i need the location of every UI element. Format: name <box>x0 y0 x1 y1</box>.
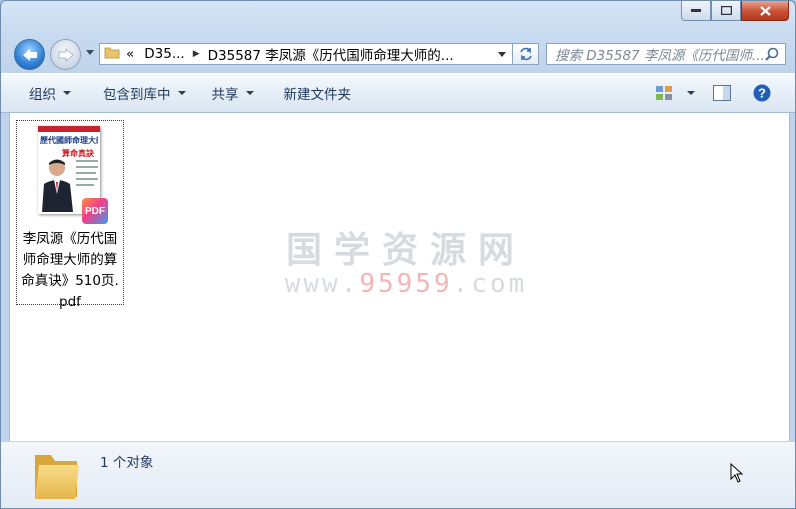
breadcrumb-separator-icon[interactable]: ▶ <box>193 49 200 59</box>
mouse-cursor-icon <box>730 463 744 483</box>
details-pane: 1 个对象 <box>1 441 795 508</box>
breadcrumb-item-parent[interactable]: D35... <box>144 46 184 62</box>
include-library-label: 包含到库中 <box>103 87 171 103</box>
explorer-window: « D35... ▶ D35587 李凤源《历代国师命理大师的... 搜索 D3… <box>0 0 796 509</box>
folder-icon <box>104 45 120 63</box>
help-icon: ? <box>753 84 771 102</box>
maximize-icon <box>720 6 732 15</box>
pdf-file-icon: PDF <box>82 198 108 224</box>
search-placeholder: 搜索 D35587 李凤源《历代国师... <box>555 48 765 64</box>
forward-arrow-icon <box>58 47 74 62</box>
new-folder-button[interactable]: 新建文件夹 <box>284 83 352 103</box>
command-bar: 组织 包含到库中 共享 新建文件夹 ? <box>1 73 795 113</box>
navigation-bar: « D35... ▶ D35587 李凤源《历代国师命理大师的... 搜索 D3… <box>1 37 795 73</box>
view-grid-icon <box>656 86 672 100</box>
preview-pane-button[interactable] <box>713 85 731 101</box>
view-controls: ? <box>655 74 795 112</box>
caption-buttons <box>681 1 789 23</box>
include-in-library-menu[interactable]: 包含到库中 <box>103 83 186 103</box>
cover-portrait-image <box>42 159 73 212</box>
chevron-down-icon <box>687 91 695 95</box>
address-bar[interactable]: « D35... ▶ D35587 李凤源《历代国师命理大师的... <box>99 43 513 65</box>
change-view-button[interactable] <box>655 85 695 101</box>
preview-pane-icon <box>713 85 731 101</box>
folder-icon <box>35 455 79 499</box>
maximize-button[interactable] <box>711 1 741 21</box>
organize-menu[interactable]: 组织 <box>29 83 71 103</box>
file-name-label: 李凤源《历代国师命理大师的算命真诀》510页.pdf <box>21 231 119 310</box>
watermark-title: 国学资源网 <box>285 230 526 271</box>
cover-title: 歷代國師命理大師 <box>40 136 98 145</box>
organize-label: 组织 <box>29 87 56 103</box>
file-list-pane[interactable]: 歷代國師命理大師 算命真訣 PDF 李凤源《历代国师命理大师的算命真诀》510页… <box>9 112 790 442</box>
chevron-down-icon <box>63 91 71 95</box>
minimize-button[interactable] <box>681 1 711 21</box>
refresh-icon <box>519 47 532 61</box>
address-dropdown-icon[interactable] <box>498 52 506 57</box>
recent-pages-dropdown[interactable] <box>86 50 94 55</box>
breadcrumb-item-current[interactable]: D35587 李凤源《历代国师命理大师的... <box>208 44 454 64</box>
watermark-url-number: 95959 <box>359 269 453 299</box>
new-folder-label: 新建文件夹 <box>283 87 352 103</box>
search-input[interactable]: 搜索 D35587 李凤源《历代国师... <box>546 43 786 65</box>
help-button[interactable]: ? <box>753 84 771 102</box>
refresh-button[interactable] <box>513 43 539 65</box>
watermark-url-suffix: .com <box>452 269 528 299</box>
item-count-text: 1 个对象 <box>100 455 154 471</box>
share-label: 共享 <box>211 87 239 103</box>
svg-text:?: ? <box>758 86 766 101</box>
share-menu[interactable]: 共享 <box>212 83 254 103</box>
chevron-down-icon <box>245 91 254 95</box>
back-button[interactable] <box>14 39 45 70</box>
chevron-down-icon <box>177 91 186 95</box>
minimize-icon <box>691 8 701 12</box>
watermark-url: www.95959.com <box>276 269 536 299</box>
back-arrow-icon <box>22 48 37 61</box>
close-icon <box>759 5 771 16</box>
watermark-url-prefix: www. <box>284 269 360 299</box>
watermark: 国学资源网 www.95959.com <box>276 221 536 299</box>
close-button[interactable] <box>741 1 789 21</box>
forward-button[interactable] <box>50 39 81 70</box>
breadcrumb-overflow[interactable]: « <box>126 46 134 62</box>
file-item[interactable]: 歷代國師命理大師 算命真訣 PDF 李凤源《历代国师命理大师的算命真诀》510页… <box>16 120 124 310</box>
search-icon[interactable] <box>765 47 779 64</box>
